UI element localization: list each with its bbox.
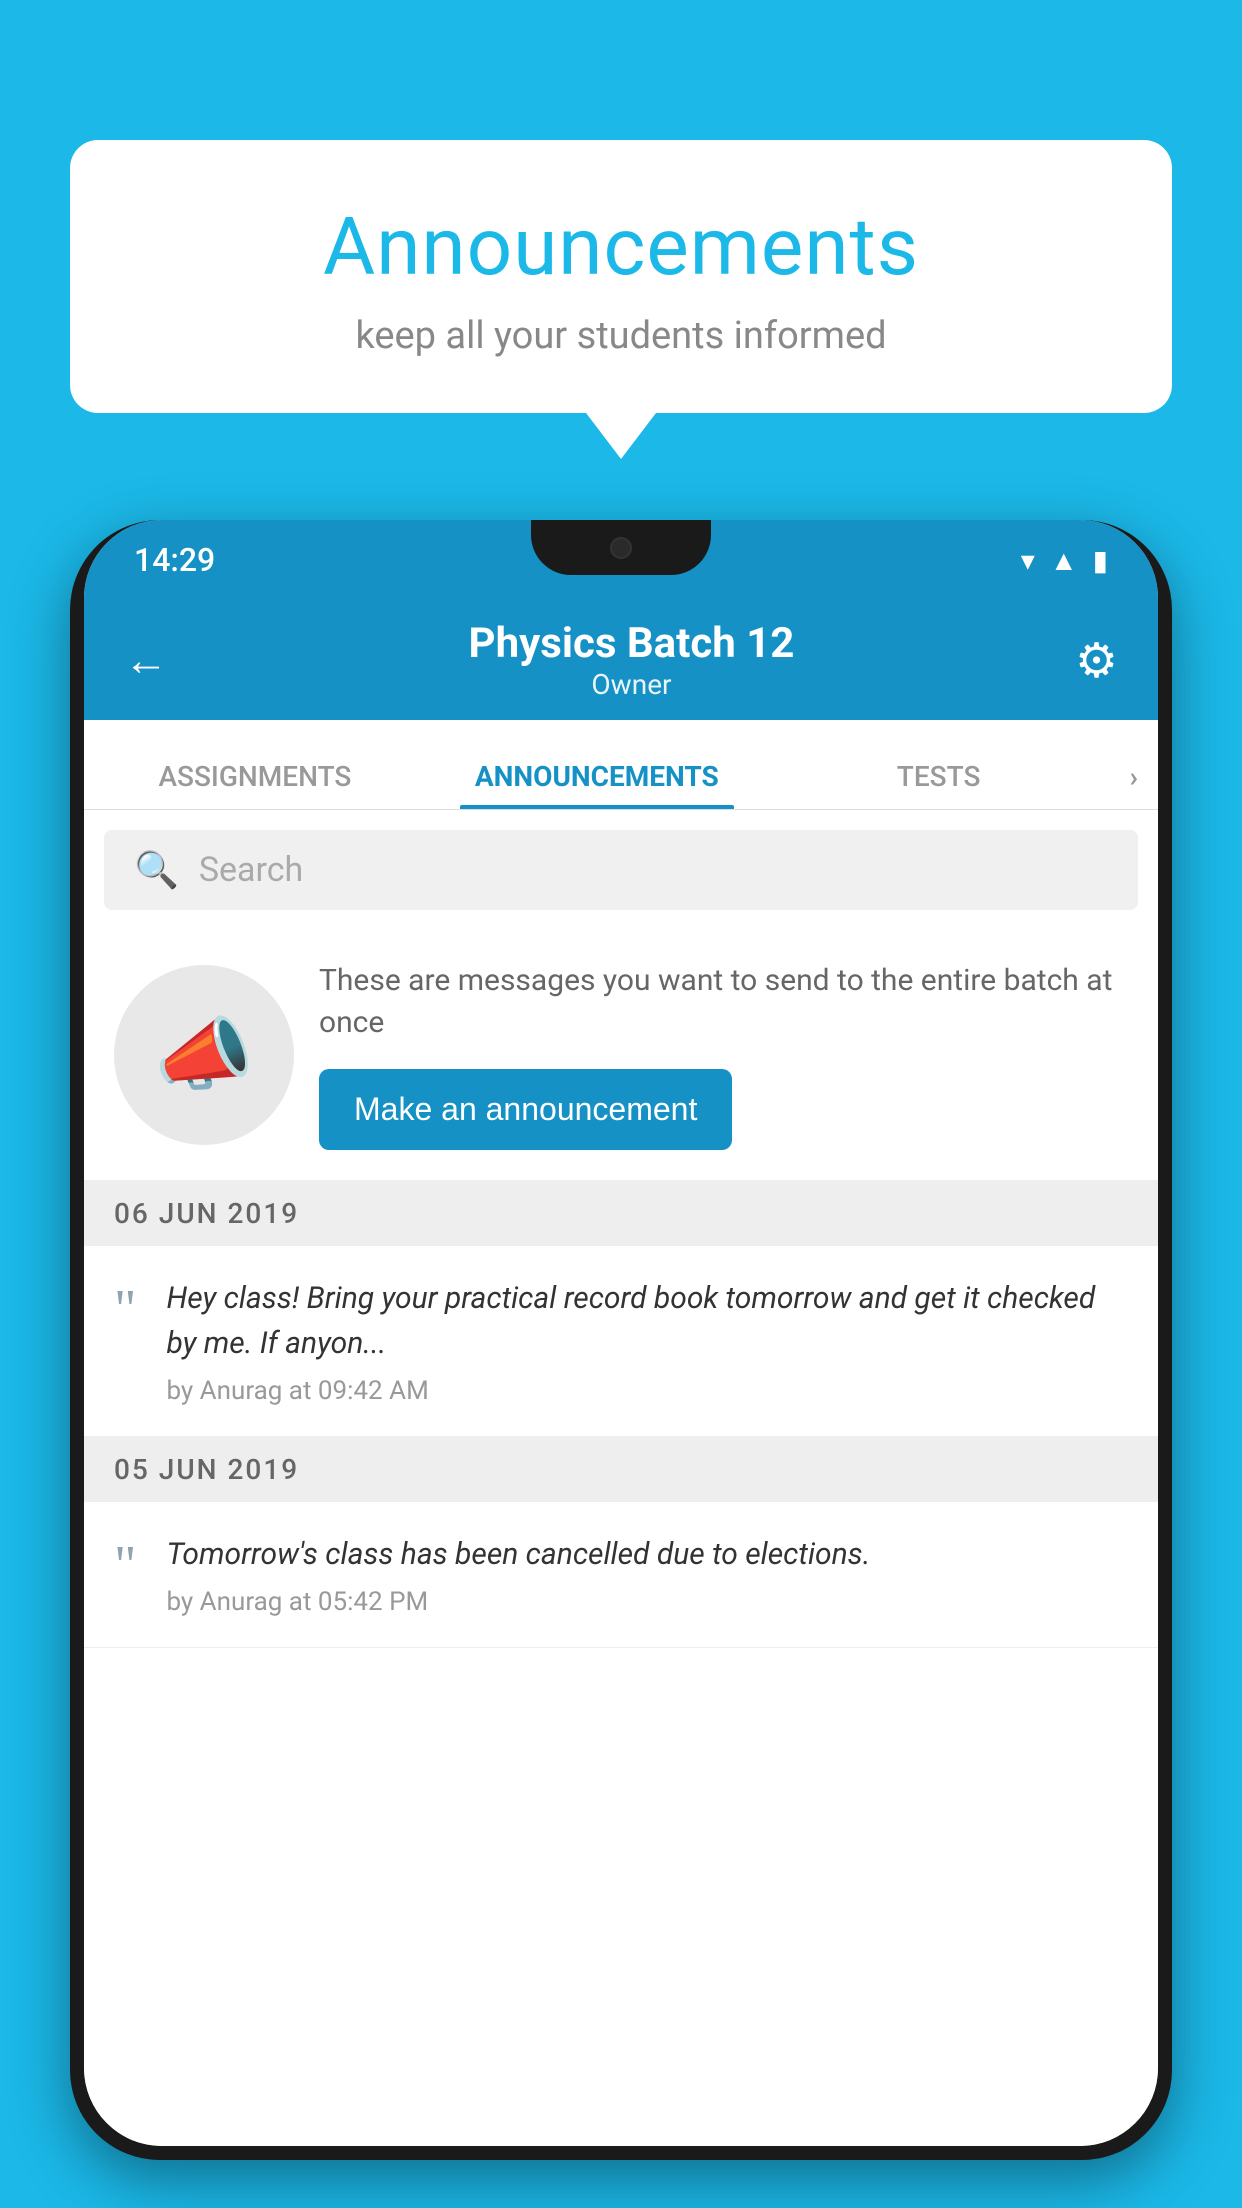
announcement-item-1[interactable]: " Hey class! Bring your practical record… bbox=[84, 1246, 1158, 1437]
quote-icon-1: " bbox=[114, 1281, 136, 1336]
header-subtitle: Owner bbox=[188, 668, 1075, 701]
tab-more[interactable]: › bbox=[1110, 760, 1158, 809]
settings-icon[interactable]: ⚙ bbox=[1075, 632, 1118, 689]
make-announcement-button[interactable]: Make an announcement bbox=[319, 1069, 732, 1150]
speech-bubble: Announcements keep all your students inf… bbox=[70, 140, 1172, 413]
announcement-content-2: Tomorrow's class has been cancelled due … bbox=[166, 1532, 1128, 1617]
phone-wrapper: 14:29 ▾ ▲ ▮ ← Physics Batch 12 Owner ⚙ bbox=[70, 520, 1172, 2208]
promo-right: These are messages you want to send to t… bbox=[319, 960, 1128, 1150]
back-button[interactable]: ← bbox=[124, 634, 168, 686]
promo-description: These are messages you want to send to t… bbox=[319, 960, 1128, 1044]
quote-icon-2: " bbox=[114, 1537, 136, 1592]
search-icon: 🔍 bbox=[134, 849, 179, 891]
tab-assignments[interactable]: ASSIGNMENTS bbox=[84, 760, 426, 809]
announcement-promo: 📣 These are messages you want to send to… bbox=[84, 930, 1158, 1181]
status-icons: ▾ ▲ ▮ bbox=[1021, 544, 1108, 577]
speech-bubble-section: Announcements keep all your students inf… bbox=[70, 140, 1172, 413]
speech-bubble-title: Announcements bbox=[130, 200, 1112, 294]
announcement-meta-2: by Anurag at 05:42 PM bbox=[166, 1587, 1128, 1617]
announcement-text-2: Tomorrow's class has been cancelled due … bbox=[166, 1532, 1128, 1577]
announcement-text-1: Hey class! Bring your practical record b… bbox=[166, 1276, 1128, 1366]
search-bar[interactable]: 🔍 Search bbox=[104, 830, 1138, 910]
date-separator-june6: 06 JUN 2019 bbox=[84, 1181, 1158, 1246]
wifi-icon: ▾ bbox=[1021, 544, 1035, 577]
header-title: Physics Batch 12 bbox=[188, 619, 1075, 668]
tab-announcements[interactable]: ANNOUNCEMENTS bbox=[426, 760, 768, 809]
tabs-bar: ASSIGNMENTS ANNOUNCEMENTS TESTS › bbox=[84, 720, 1158, 810]
megaphone-icon: 📣 bbox=[154, 1008, 254, 1102]
date-separator-june5: 05 JUN 2019 bbox=[84, 1437, 1158, 1502]
signal-icon: ▲ bbox=[1050, 544, 1078, 577]
announcement-item-2[interactable]: " Tomorrow's class has been cancelled du… bbox=[84, 1502, 1158, 1648]
announcement-meta-1: by Anurag at 09:42 AM bbox=[166, 1376, 1128, 1406]
header-title-group: Physics Batch 12 Owner bbox=[188, 619, 1075, 701]
app-header: ← Physics Batch 12 Owner ⚙ bbox=[84, 600, 1158, 720]
announcement-content-1: Hey class! Bring your practical record b… bbox=[166, 1276, 1128, 1406]
phone-content: 🔍 Search 📣 These are messages you want t… bbox=[84, 810, 1158, 2146]
battery-icon: ▮ bbox=[1093, 544, 1108, 577]
phone-device: 14:29 ▾ ▲ ▮ ← Physics Batch 12 Owner ⚙ bbox=[70, 520, 1172, 2160]
tab-tests[interactable]: TESTS bbox=[768, 760, 1110, 809]
speech-bubble-subtitle: keep all your students informed bbox=[130, 314, 1112, 358]
front-camera bbox=[610, 537, 632, 559]
search-placeholder: Search bbox=[199, 850, 303, 890]
phone-notch bbox=[531, 520, 711, 575]
promo-icon-circle: 📣 bbox=[114, 965, 294, 1145]
phone-screen: 14:29 ▾ ▲ ▮ ← Physics Batch 12 Owner ⚙ bbox=[84, 520, 1158, 2146]
